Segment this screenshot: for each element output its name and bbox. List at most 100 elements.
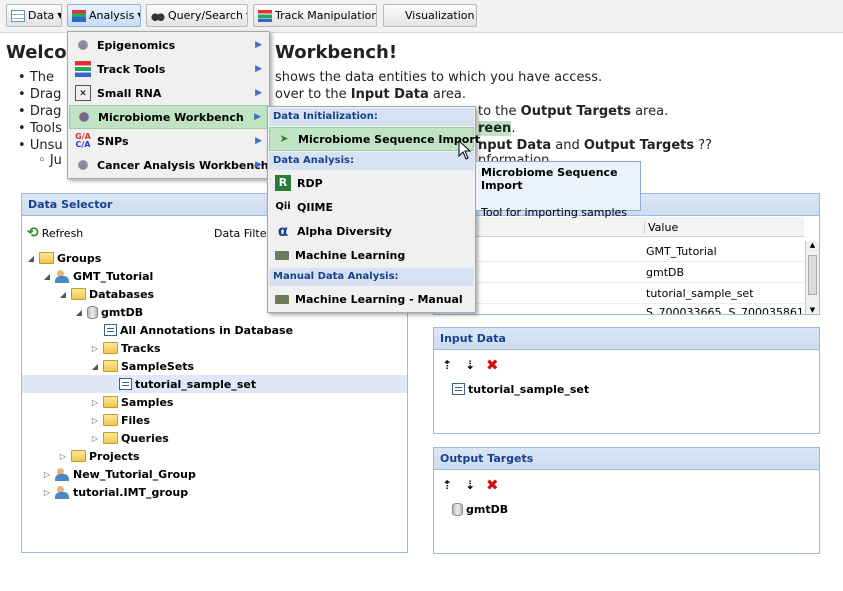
tree-node-samplesets[interactable]: ◢ SampleSets	[90, 357, 194, 375]
data-menu-label: Data	[28, 9, 55, 22]
menu-item-snps[interactable]: G/A C/A SNPs ▶	[69, 129, 268, 153]
tree-node-groups[interactable]: ◢ Groups	[26, 249, 101, 267]
query-search-menu-label: Query/Search	[168, 9, 243, 22]
remove-icon[interactable]: ✖	[486, 356, 499, 374]
expanded-triangle-icon[interactable]: ◢	[90, 362, 100, 371]
small-rna-icon: ✕	[75, 85, 91, 101]
move-down-icon[interactable]: ⇣	[465, 478, 475, 492]
section-data-initialization: Data Initialization:	[269, 108, 474, 126]
menu-item-label: Track Tools	[97, 62, 166, 76]
collapsed-triangle-icon[interactable]: ▷	[90, 398, 100, 407]
database-icon	[87, 305, 98, 319]
group-icon	[55, 485, 70, 499]
move-up-icon[interactable]: ⇡	[442, 358, 452, 372]
menu-item-label: SNPs	[97, 134, 129, 148]
collapsed-triangle-icon[interactable]: ▷	[90, 344, 100, 353]
tree-node-gmt-tutorial[interactable]: ◢ GMT_Tutorial	[42, 267, 153, 285]
tree-node-imt-group[interactable]: ▷ tutorial.IMT_group	[42, 483, 188, 501]
menu-item-machine-learning-manual[interactable]: Machine Learning - Manual	[269, 287, 474, 311]
analysis-icon	[72, 9, 86, 22]
input-data-item[interactable]: tutorial_sample_set	[452, 380, 589, 398]
queries-folder-icon	[103, 432, 118, 444]
menu-item-cancer-analysis[interactable]: Cancer Analysis Workbench ▶	[69, 153, 269, 177]
epigenomics-icon	[75, 37, 91, 53]
tree-node-label: SampleSets	[121, 359, 195, 373]
samples-folder-icon	[103, 396, 118, 408]
data-menu-button[interactable]: Data ▼	[6, 4, 62, 27]
annotation-icon	[104, 324, 117, 336]
tree-node-databases[interactable]: ◢ Databases	[58, 285, 154, 303]
menu-item-microbiome-sequence-import[interactable]: ➤ Microbiome Sequence Import	[269, 127, 480, 151]
collapsed-triangle-icon[interactable]: ▷	[42, 488, 52, 497]
tree-node-label: gmtDB	[101, 305, 144, 319]
details-row: tutorial_sample_set	[434, 283, 804, 304]
collapsed-triangle-icon[interactable]: ▷	[90, 434, 100, 443]
menu-item-qiime[interactable]: Qii QIIME	[269, 195, 474, 219]
collapsed-triangle-icon[interactable]: ▷	[42, 470, 52, 479]
tree-node-files[interactable]: ▷ Files	[90, 411, 150, 429]
tree-node-projects[interactable]: ▷ Projects	[58, 447, 140, 465]
scroll-down-icon[interactable]: ▼	[806, 306, 819, 314]
tree-node-all-annotations[interactable]: All Annotations in Database	[104, 321, 293, 339]
track-manipulation-menu-button[interactable]: Track Manipulation ▼	[253, 4, 377, 27]
welcome-line-4: • Tools	[18, 121, 62, 136]
tree-node-gmtdb[interactable]: ◢ gmtDB	[74, 303, 143, 321]
welcome-line-4-rest: reen.	[478, 121, 515, 136]
move-down-icon[interactable]: ⇣	[465, 358, 475, 372]
expanded-triangle-icon[interactable]: ◢	[74, 308, 84, 317]
details-header-row: e Value	[434, 217, 804, 237]
input-data-item-label: tutorial_sample_set	[468, 382, 590, 396]
welcome-line-3-tail: area.	[635, 104, 669, 119]
welcome-line-5-mid: and	[555, 138, 580, 153]
tooltip-title: Microbiome Sequence Import	[481, 166, 618, 192]
section-data-analysis: Data Analysis:	[269, 152, 474, 170]
menu-item-track-tools[interactable]: Track Tools ▶	[69, 57, 268, 81]
database-icon	[452, 502, 463, 516]
collapsed-triangle-icon[interactable]: ▷	[90, 416, 100, 425]
submenu-arrow-icon: ▶	[255, 160, 262, 170]
collapsed-triangle-icon[interactable]: ▷	[58, 452, 68, 461]
tree-node-label: New_Tutorial_Group	[73, 467, 196, 481]
menu-item-machine-learning[interactable]: Machine Learning	[269, 243, 474, 267]
input-data-title: Input Data	[434, 328, 819, 350]
folder-open-icon	[103, 360, 118, 372]
expanded-triangle-icon[interactable]: ◢	[26, 254, 36, 263]
section-manual-data-analysis: Manual Data Analysis:	[269, 268, 474, 286]
track-icon	[258, 9, 272, 22]
move-up-icon[interactable]: ⇡	[442, 478, 452, 492]
menu-item-rdp[interactable]: R RDP	[269, 171, 474, 195]
group-icon	[55, 467, 70, 481]
tree-node-samples[interactable]: ▷ Samples	[90, 393, 174, 411]
output-target-item[interactable]: gmtDB	[452, 500, 508, 518]
welcome-line-3-bold: Output Targets	[520, 104, 631, 119]
details-row-value: GMT_Tutorial	[646, 245, 717, 258]
tree-node-label: Tracks	[121, 341, 161, 355]
scrollbar-thumb[interactable]	[808, 255, 817, 295]
alpha-icon: α	[277, 222, 289, 240]
tree-node-new-tutorial-group[interactable]: ▷ New_Tutorial_Group	[42, 465, 196, 483]
menu-item-small-rna[interactable]: ✕ Small RNA ▶	[69, 81, 268, 105]
tree-node-tutorial-sample-set[interactable]: tutorial_sample_set	[22, 375, 407, 393]
scroll-up-icon[interactable]: ▲	[806, 241, 819, 249]
welcome-line-4-tail: .	[511, 121, 516, 136]
expanded-triangle-icon[interactable]: ◢	[42, 272, 52, 281]
welcome-line-5: • Unsu	[18, 138, 63, 153]
welcome-line-3-rest: to the Output Targets area.	[478, 104, 668, 119]
welcome-line-5-rest: nput Data and Output Targets ??	[478, 138, 712, 153]
remove-icon[interactable]: ✖	[486, 476, 499, 494]
analysis-menu-button[interactable]: Analysis ▼	[67, 4, 141, 27]
input-data-panel: Input Data ⇡ ⇣ ✖ tutorial_sample_set	[433, 327, 820, 434]
menu-item-epigenomics[interactable]: Epigenomics ▶	[69, 33, 268, 57]
refresh-label: Refresh	[41, 226, 84, 240]
tree-node-tracks[interactable]: ▷ Tracks	[90, 339, 161, 357]
refresh-button[interactable]: ⟲ Refresh	[27, 225, 83, 241]
welcome-line-4-bold: reen	[478, 121, 512, 136]
menu-item-label: Machine Learning	[295, 248, 406, 262]
menu-item-microbiome-workbench[interactable]: Microbiome Workbench ▶	[69, 105, 268, 129]
visualization-menu-button[interactable]: Visualization ▼	[383, 4, 477, 27]
menu-item-alpha-diversity[interactable]: α Alpha Diversity	[269, 219, 474, 243]
query-search-menu-button[interactable]: Query/Search ▼	[146, 4, 248, 27]
expanded-triangle-icon[interactable]: ◢	[58, 290, 68, 299]
details-scrollbar[interactable]: ▲ ▼	[805, 241, 819, 314]
tree-node-queries[interactable]: ▷ Queries	[90, 429, 169, 447]
